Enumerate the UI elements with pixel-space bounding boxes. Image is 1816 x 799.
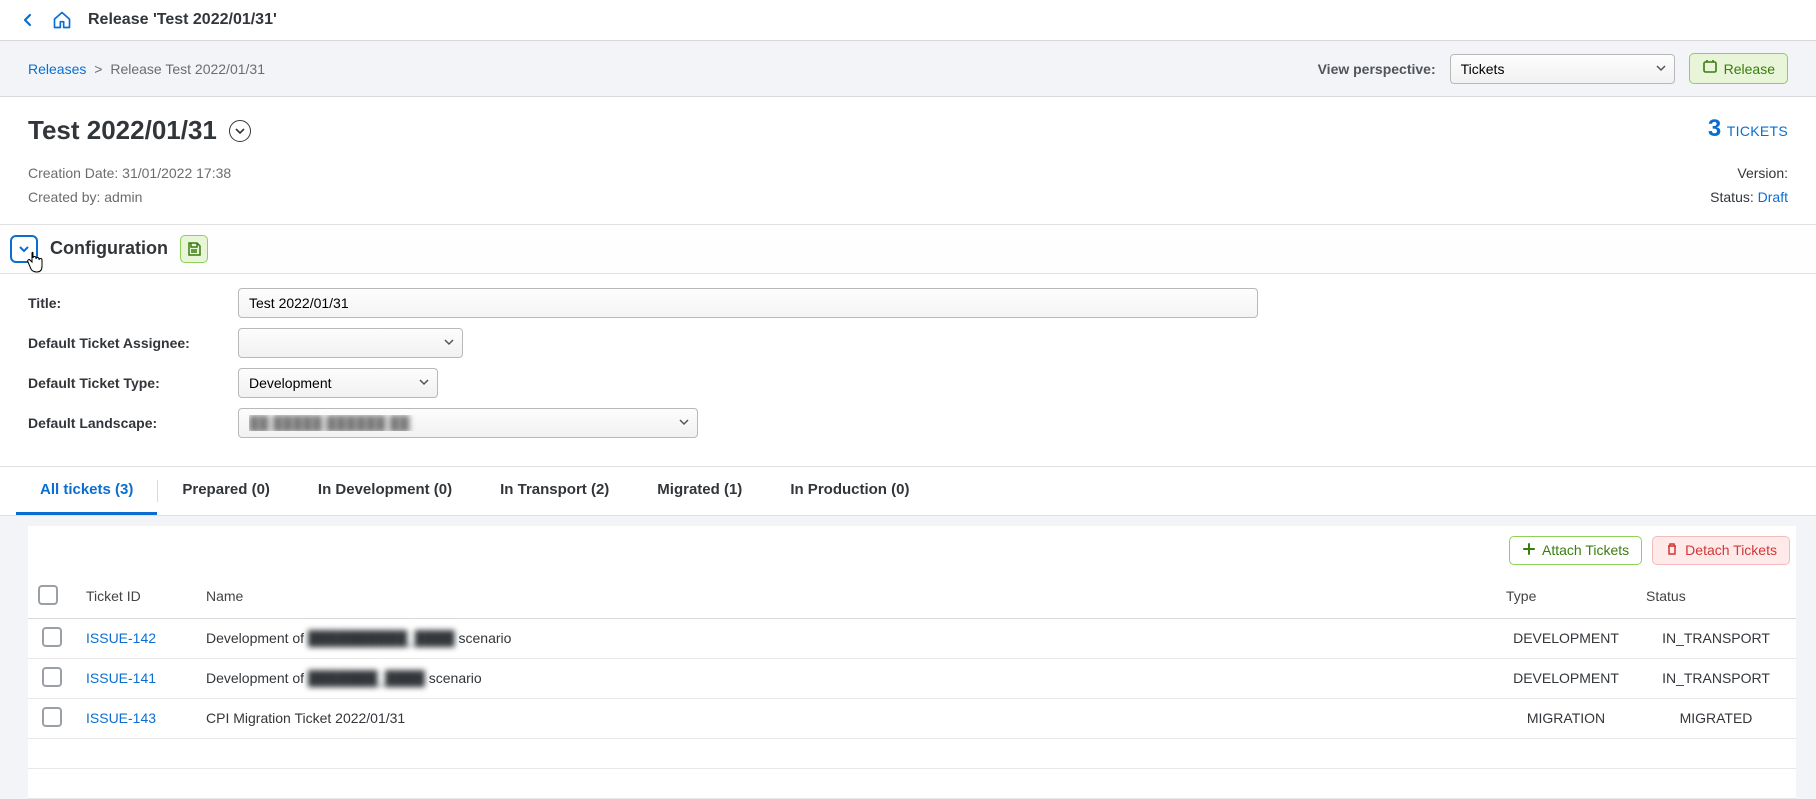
table-toolbar: Attach Tickets Detach Tickets (28, 526, 1796, 575)
tickets-table: Ticket ID Name Type Status ISSUE-142 Deve… (28, 575, 1796, 799)
landscape-select[interactable]: ██ █████ ██████ ██ (238, 408, 698, 438)
breadcrumb-sep: > (90, 61, 106, 77)
ticket-name-cell: Development of ███████_████ scenario (196, 658, 1496, 698)
row-checkbox[interactable] (42, 627, 62, 647)
tab-in-transport[interactable]: In Transport (2) (476, 467, 633, 515)
tickets-count-label: TICKETS (1727, 123, 1788, 139)
table-row: ISSUE-141 Development of ███████_████ sce… (28, 658, 1796, 698)
title-field[interactable] (238, 288, 1258, 318)
assignee-select[interactable] (238, 328, 463, 358)
creation-date-label: Creation Date: (28, 165, 118, 181)
attach-tickets-button[interactable]: Attach Tickets (1509, 536, 1642, 565)
detach-tickets-button[interactable]: Detach Tickets (1652, 536, 1790, 565)
ticket-id-link[interactable]: ISSUE-142 (86, 630, 156, 646)
table-area: Attach Tickets Detach Tickets Ticket ID … (0, 516, 1816, 799)
ticket-name-cell: CPI Migration Ticket 2022/01/31 (196, 698, 1496, 738)
table-row (28, 738, 1796, 768)
col-header-name[interactable]: Name (196, 575, 1496, 619)
ticket-type-cell: DEVELOPMENT (1496, 658, 1636, 698)
ticket-status-cell: MIGRATED (1636, 698, 1796, 738)
created-by-label: Created by: (28, 189, 100, 205)
col-header-status[interactable]: Status (1636, 575, 1796, 619)
assignee-field-label: Default Ticket Assignee: (28, 335, 238, 351)
collapse-configuration-button[interactable] (10, 235, 38, 263)
ticket-type-cell: MIGRATION (1496, 698, 1636, 738)
landscape-field-label: Default Landscape: (28, 415, 238, 431)
table-row: ISSUE-142 Development of ██████████_████ … (28, 618, 1796, 658)
breadcrumb-current: Release Test 2022/01/31 (110, 61, 265, 77)
tabs: All tickets (3) Prepared (0) In Developm… (0, 467, 1816, 516)
tickets-count[interactable]: 3 TICKETS (1708, 115, 1788, 143)
ticket-id-link[interactable]: ISSUE-143 (86, 710, 156, 726)
configuration-form: Title: Default Ticket Assignee: Default … (0, 274, 1816, 467)
col-header-ticket-id[interactable]: Ticket ID (76, 575, 196, 619)
ticket-status-cell: IN_TRANSPORT (1636, 618, 1796, 658)
col-header-type[interactable]: Type (1496, 575, 1636, 619)
perspective-label: View perspective: (1318, 61, 1436, 77)
type-select[interactable]: Development (238, 368, 438, 398)
window-title: Release 'Test 2022/01/31' (88, 11, 277, 29)
breadcrumb-bar: Releases > Release Test 2022/01/31 View … (0, 41, 1816, 97)
tab-in-development[interactable]: In Development (0) (294, 467, 476, 515)
top-right-actions: View perspective: Tickets Release (1318, 53, 1788, 84)
tab-in-production[interactable]: In Production (0) (766, 467, 933, 515)
release-icon (1702, 59, 1718, 78)
table-row: ISSUE-143 CPI Migration Ticket 2022/01/31… (28, 698, 1796, 738)
save-icon (186, 241, 202, 257)
title-actions-dropdown[interactable] (229, 120, 251, 142)
status-value[interactable]: Draft (1758, 189, 1788, 205)
attach-tickets-label: Attach Tickets (1542, 542, 1629, 558)
version-label: Version: (1710, 162, 1788, 186)
ticket-status-cell: IN_TRANSPORT (1636, 658, 1796, 698)
trash-icon (1665, 542, 1679, 559)
save-configuration-button[interactable] (180, 235, 208, 263)
row-checkbox[interactable] (42, 667, 62, 687)
ticket-id-link[interactable]: ISSUE-141 (86, 670, 156, 686)
row-checkbox[interactable] (42, 707, 62, 727)
select-all-checkbox[interactable] (38, 585, 58, 605)
plus-icon (1522, 542, 1536, 559)
tickets-count-number: 3 (1708, 115, 1721, 142)
back-icon[interactable] (20, 12, 36, 28)
creation-date-value: 31/01/2022 17:38 (122, 165, 231, 181)
page-title: Test 2022/01/31 (28, 115, 217, 146)
detach-tickets-label: Detach Tickets (1685, 542, 1777, 558)
tab-migrated[interactable]: Migrated (1) (633, 467, 766, 515)
ticket-name-cell: Development of ██████████_████ scenario (196, 618, 1496, 658)
breadcrumb: Releases > Release Test 2022/01/31 (28, 61, 265, 77)
header-section: Test 2022/01/31 3 TICKETS Creation Date:… (0, 97, 1816, 225)
title-field-label: Title: (28, 295, 238, 311)
release-button-label: Release (1724, 61, 1775, 77)
ticket-type-cell: DEVELOPMENT (1496, 618, 1636, 658)
breadcrumb-root[interactable]: Releases (28, 61, 86, 77)
status-label: Status: (1710, 189, 1754, 205)
created-by-value: admin (104, 189, 142, 205)
configuration-title: Configuration (50, 238, 168, 259)
release-button[interactable]: Release (1689, 53, 1788, 84)
tab-all-tickets[interactable]: All tickets (3) (16, 467, 157, 515)
perspective-select-wrap: Tickets (1450, 54, 1675, 84)
configuration-bar: Configuration (0, 225, 1816, 274)
col-header-checkbox (28, 575, 76, 619)
tab-prepared[interactable]: Prepared (0) (158, 467, 294, 515)
top-bar: Release 'Test 2022/01/31' (0, 0, 1816, 41)
type-field-label: Default Ticket Type: (28, 375, 238, 391)
perspective-select[interactable]: Tickets (1450, 54, 1675, 84)
home-icon[interactable] (52, 10, 72, 30)
